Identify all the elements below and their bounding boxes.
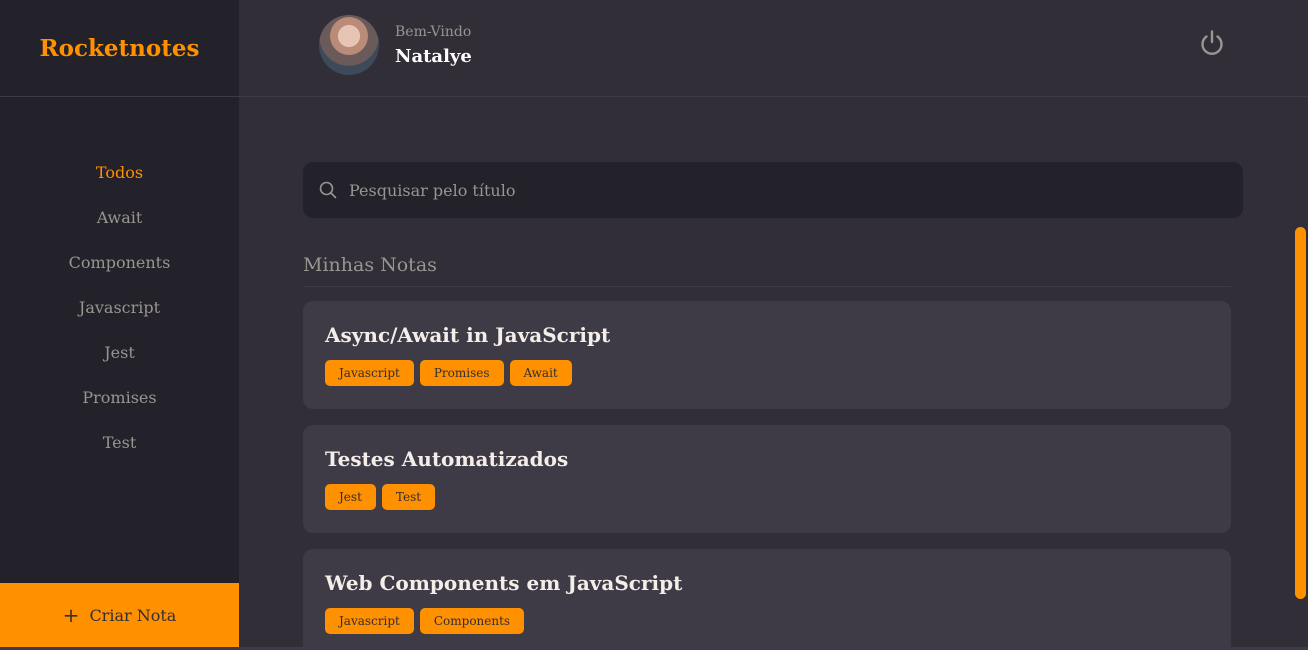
tag-badge: Promises xyxy=(419,360,504,386)
user-name[interactable]: Natalye xyxy=(395,46,472,67)
sidebar-item-promises[interactable]: Promises xyxy=(0,384,239,429)
tag-menu: Todos Await Components Javascript Jest P… xyxy=(0,97,239,474)
note-tags: Javascript Promises Await xyxy=(325,360,1209,386)
brand-title: Rocketnotes xyxy=(39,34,200,62)
note-card[interactable]: Testes Automatizados Jest Test xyxy=(303,425,1231,533)
notes-list: Async/Await in JavaScript Javascript Pro… xyxy=(303,301,1231,650)
header: Bem-Vindo Natalye xyxy=(239,0,1308,97)
power-icon[interactable] xyxy=(1197,28,1227,58)
sidebar-item-javascript[interactable]: Javascript xyxy=(0,294,239,339)
tag-badge: Await xyxy=(509,360,572,386)
tag-badge: Javascript xyxy=(325,360,414,386)
sidebar-item-await[interactable]: Await xyxy=(0,204,239,249)
brand: Rocketnotes xyxy=(0,0,239,97)
search-icon xyxy=(319,181,337,199)
note-tags: Javascript Components xyxy=(325,608,1209,634)
note-title: Web Components em JavaScript xyxy=(325,571,683,595)
tag-badge: Jest xyxy=(325,484,376,510)
sidebar-item-components[interactable]: Components xyxy=(0,249,239,294)
create-note-button[interactable]: + Criar Nota xyxy=(0,583,239,647)
search-bar xyxy=(303,162,1243,218)
note-tags: Jest Test xyxy=(325,484,1209,510)
sidebar: Todos Await Components Javascript Jest P… xyxy=(0,97,239,583)
search-input[interactable] xyxy=(349,180,1229,200)
section-title: Minhas Notas xyxy=(303,254,1231,287)
tag-badge: Test xyxy=(381,484,436,510)
scrollbar-thumb[interactable] xyxy=(1295,227,1306,599)
welcome-text: Bem-Vindo xyxy=(395,24,472,40)
sidebar-item-todos[interactable]: Todos xyxy=(0,159,239,204)
create-note-label: Criar Nota xyxy=(89,605,177,625)
tag-badge: Components xyxy=(419,608,525,634)
note-card[interactable]: Async/Await in JavaScript Javascript Pro… xyxy=(303,301,1231,409)
plus-icon: + xyxy=(62,603,80,627)
note-title: Testes Automatizados xyxy=(325,447,569,471)
tag-badge: Javascript xyxy=(325,608,414,634)
avatar[interactable] xyxy=(319,15,379,75)
note-card[interactable]: Web Components em JavaScript Javascript … xyxy=(303,549,1231,650)
sidebar-item-jest[interactable]: Jest xyxy=(0,339,239,384)
welcome-block: Bem-Vindo Natalye xyxy=(395,24,472,67)
note-title: Async/Await in JavaScript xyxy=(325,323,611,347)
sidebar-item-test[interactable]: Test xyxy=(0,429,239,474)
